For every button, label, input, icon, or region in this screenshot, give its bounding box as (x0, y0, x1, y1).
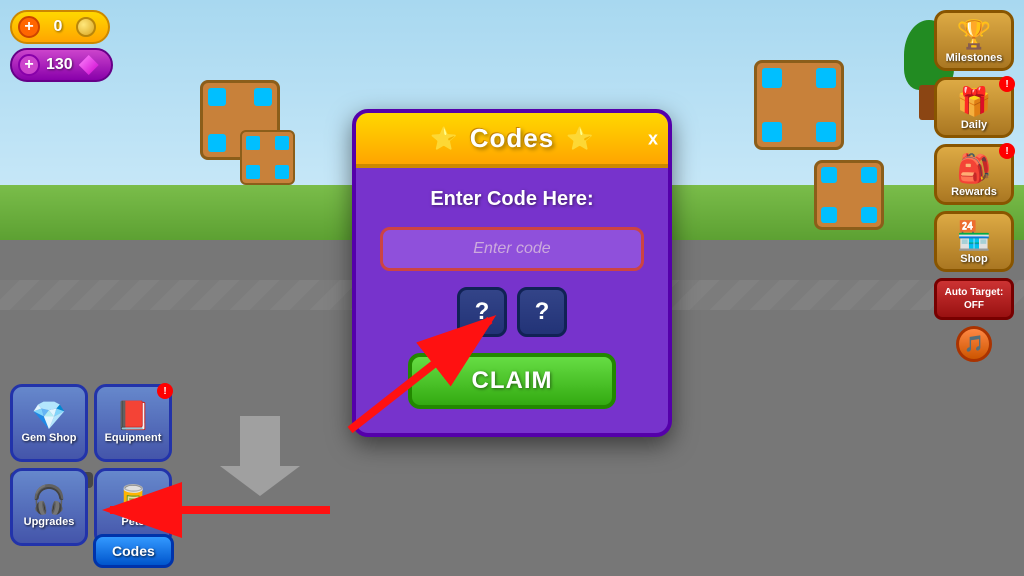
right-sidebar: 🏆 Milestones ! 🎁 Daily ! 🎒 Rewards 🏪 Sho… (934, 10, 1014, 362)
pets-icon: 🥫 (116, 486, 151, 514)
sidebar-item-shop[interactable]: 🏪 Shop (934, 211, 1014, 272)
codes-modal[interactable]: ⭐ Codes ⭐ x Enter Code Here: ? ? CLAIM (352, 109, 672, 437)
upgrades-icon: 🎧 (32, 486, 67, 514)
sidebar-item-upgrades[interactable]: 🎧 Upgrades (10, 468, 88, 546)
modal-close-button[interactable]: x (648, 128, 658, 149)
gold-bar: + 0 (10, 10, 110, 44)
daily-label: Daily (961, 119, 987, 131)
sidebar-item-milestones[interactable]: 🏆 Milestones (934, 10, 1014, 71)
auto-target-button[interactable]: Auto Target: OFF (934, 278, 1014, 320)
star-left-icon: ⭐ (430, 126, 457, 152)
sidebar-item-daily[interactable]: ! 🎁 Daily (934, 77, 1014, 138)
equipment-label: Equipment (105, 432, 162, 444)
claim-button[interactable]: CLAIM (408, 353, 617, 409)
question-button-2[interactable]: ? (517, 287, 567, 337)
code-input[interactable] (380, 227, 644, 271)
question-buttons: ? ? (457, 287, 567, 337)
pets-label: Pets (121, 516, 144, 528)
rewards-badge: ! (999, 143, 1015, 159)
modal-header: ⭐ Codes ⭐ x (356, 113, 668, 168)
milestones-icon: 🏆 (957, 21, 992, 49)
codes-button[interactable]: Codes (93, 534, 174, 568)
sidebar-item-rewards[interactable]: ! 🎒 Rewards (934, 144, 1014, 205)
modal-title: Codes (470, 123, 554, 154)
upgrades-label: Upgrades (24, 516, 75, 528)
daily-badge: ! (999, 76, 1015, 92)
gem-bar: + 130 (10, 48, 113, 82)
milestones-label: Milestones (946, 52, 1003, 64)
shop-icon: 🏪 (957, 222, 992, 250)
equipment-icon: 📕 (116, 402, 151, 430)
modal-body: Enter Code Here: ? ? CLAIM (356, 168, 668, 409)
daily-icon: 🎁 (957, 88, 992, 116)
sidebar-item-equipment[interactable]: ! 📕 Equipment (94, 384, 172, 462)
coin-icon (76, 17, 96, 37)
rewards-label: Rewards (951, 186, 997, 198)
gold-count: 0 (46, 18, 70, 36)
gem-icon (79, 55, 99, 75)
auto-target-text: Auto Target: OFF (941, 286, 1007, 312)
enter-code-label: Enter Code Here: (430, 188, 593, 211)
equipment-badge: ! (157, 383, 173, 399)
star-right-icon: ⭐ (566, 126, 593, 152)
gem-shop-label: Gem Shop (21, 432, 76, 444)
gem-plus-button[interactable]: + (18, 54, 40, 76)
rewards-icon: 🎒 (957, 155, 992, 183)
menu-grid: 💎 Gem Shop ! 📕 Equipment 🎧 Upgrades 🥫 Pe… (10, 384, 172, 546)
gem-shop-icon: 💎 (32, 402, 67, 430)
gold-plus-button[interactable]: + (18, 16, 40, 38)
gem-count: 130 (46, 56, 73, 74)
sidebar-item-gem-shop[interactable]: 💎 Gem Shop (10, 384, 88, 462)
music-button[interactable]: 🎵 (956, 326, 992, 362)
question-button-1[interactable]: ? (457, 287, 507, 337)
shop-label: Shop (960, 253, 988, 265)
music-icon: 🎵 (964, 334, 984, 354)
